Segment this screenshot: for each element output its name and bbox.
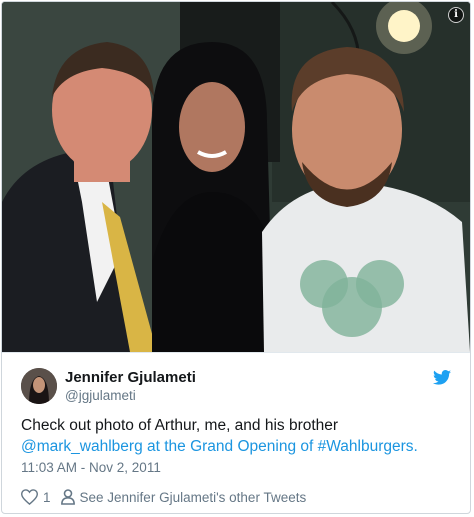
author-name[interactable]: Jennifer Gjulameti [65, 369, 196, 386]
tweet-timestamp[interactable]: 11:03 AM - Nov 2, 2011 [21, 460, 161, 475]
avatar[interactable] [21, 368, 57, 404]
tweet-text-line-1: Check out photo of Arthur, me, and his b… [21, 417, 339, 434]
heart-icon[interactable] [21, 489, 38, 505]
like-count: 1 [43, 489, 51, 505]
avatar-image [21, 368, 57, 404]
tweet-actions: 1 See Jennifer Gjulameti's other Tweets [21, 487, 306, 507]
photo-image [2, 2, 470, 352]
mention-link[interactable]: @mark_wahlberg at the Grand Opening of [21, 438, 318, 455]
tweet-photo[interactable]: i [2, 2, 470, 352]
embedded-tweet-card: i Jennifer Gjulameti @jgjulameti Check o… [1, 1, 471, 514]
info-icon[interactable]: i [448, 7, 464, 23]
twitter-bird-icon[interactable] [433, 370, 451, 385]
other-tweets-link[interactable]: See Jennifer Gjulameti's other Tweets [80, 490, 307, 505]
tweet-body: Jennifer Gjulameti @jgjulameti Check out… [2, 352, 470, 513]
hashtag-link[interactable]: #Wahlburgers. [318, 438, 418, 455]
person-icon[interactable] [60, 489, 75, 505]
tweet-text: Check out photo of Arthur, me, and his b… [21, 415, 451, 457]
author-handle[interactable]: @jgjulameti [65, 388, 136, 403]
